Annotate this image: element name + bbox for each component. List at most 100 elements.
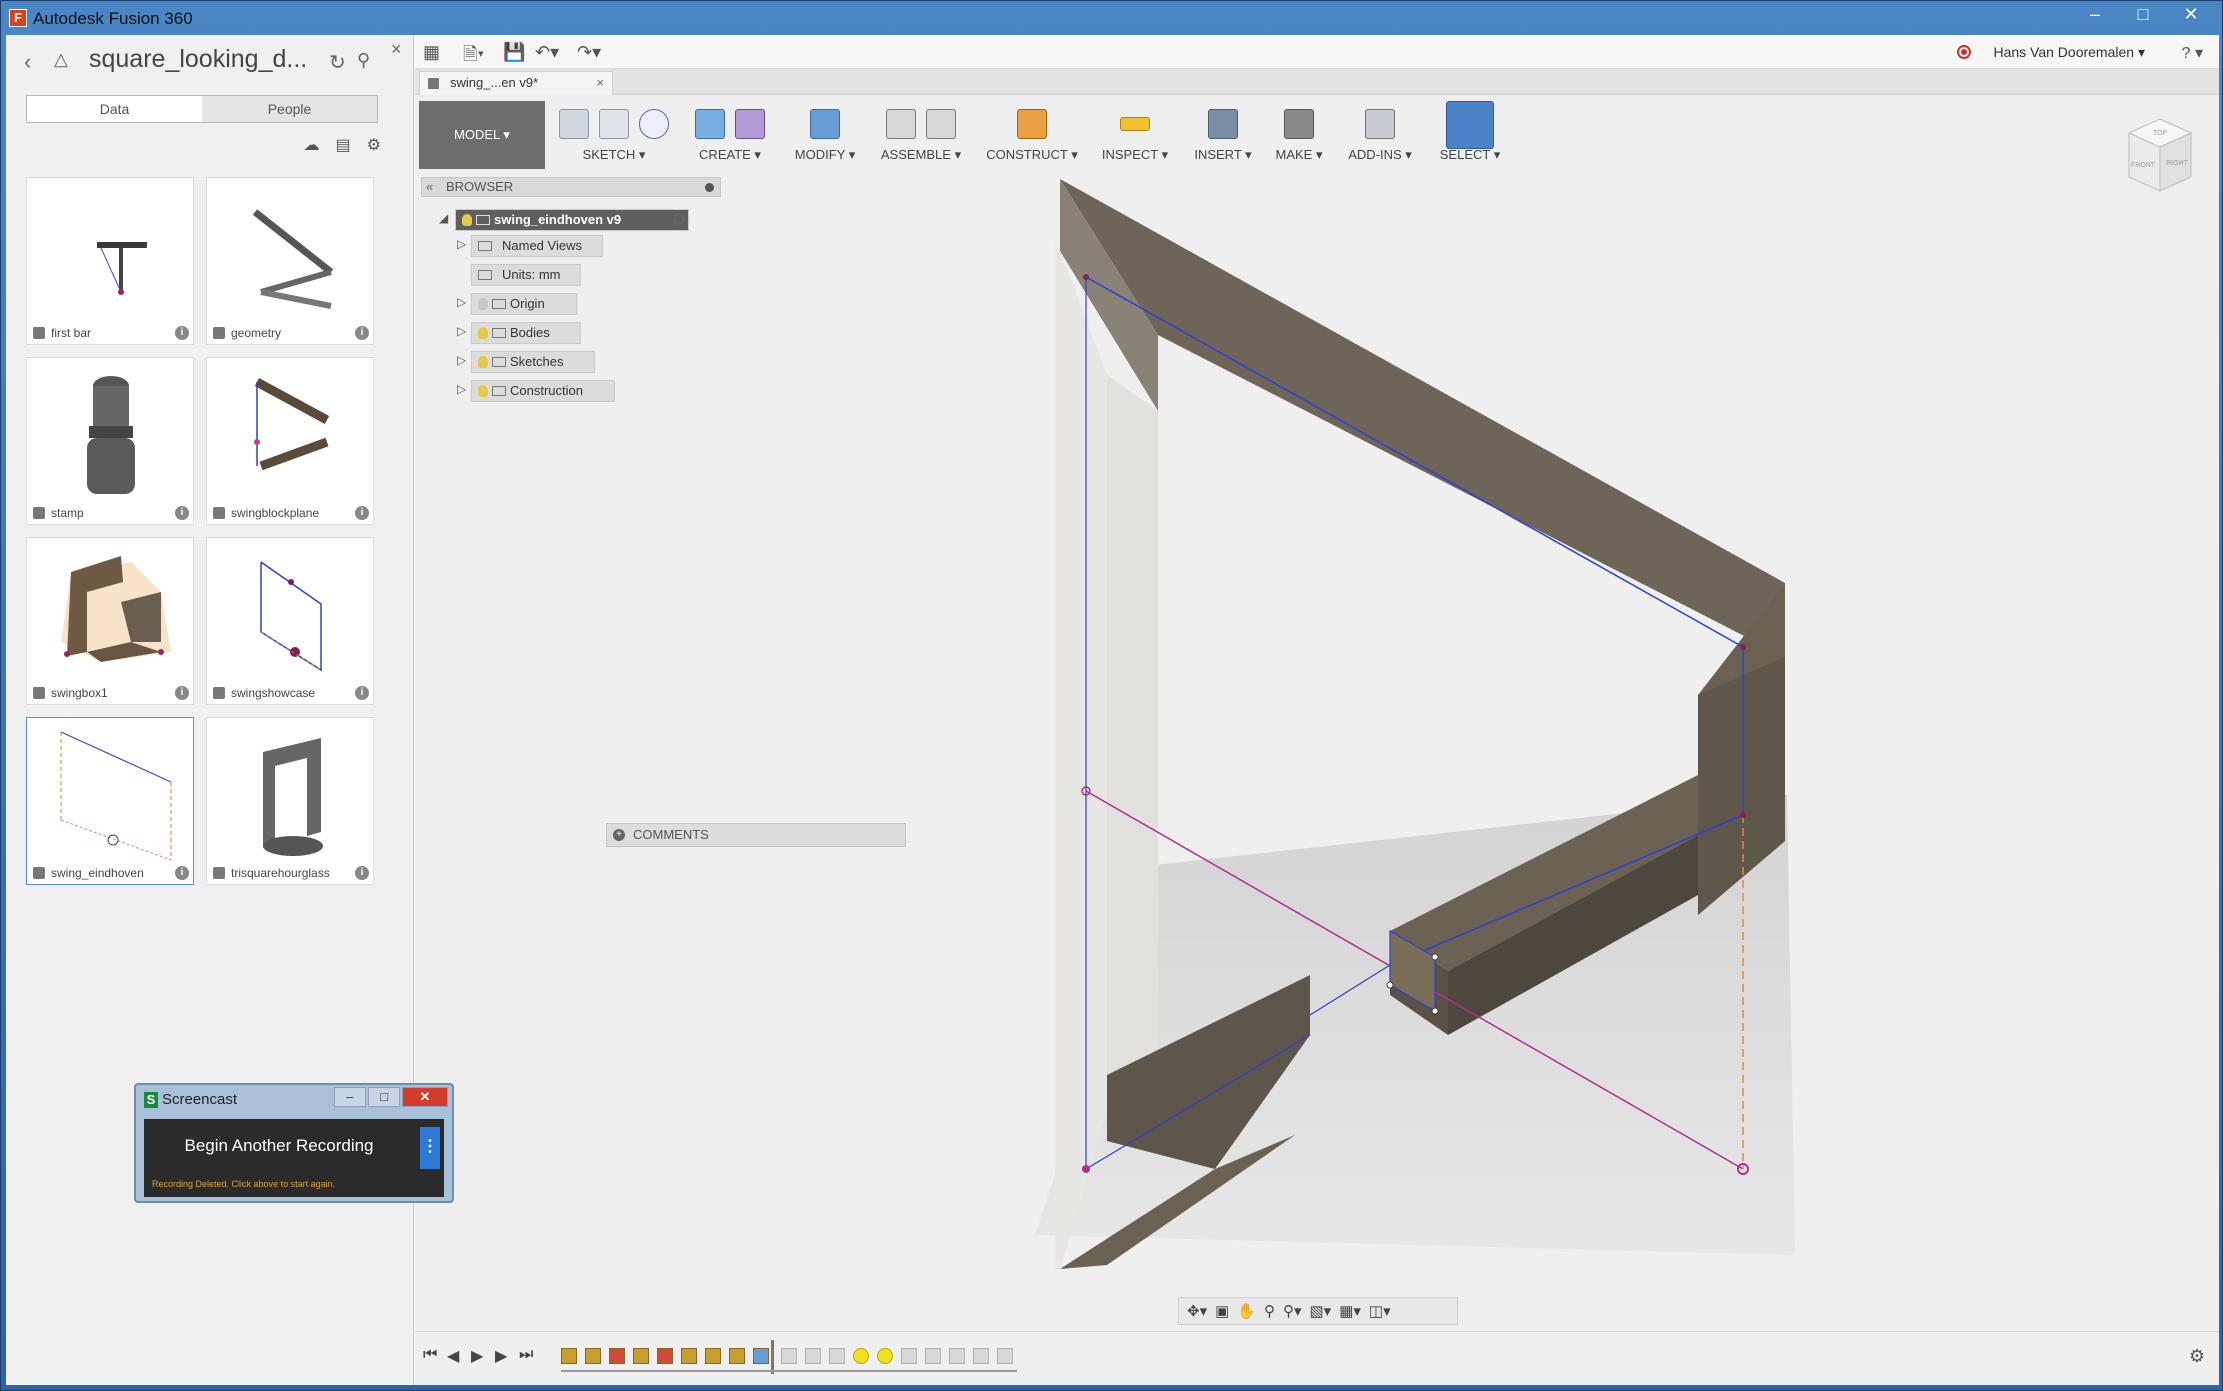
close-panel-icon[interactable]: × — [391, 39, 402, 60]
design-thumbnail[interactable]: swingbox1 i — [26, 537, 194, 705]
new-folder-icon[interactable]: ▤ — [336, 135, 351, 155]
measure-icon[interactable] — [1120, 117, 1150, 131]
visibility-bulb-icon[interactable] — [478, 385, 488, 397]
timeline-feature[interactable] — [853, 1348, 869, 1364]
pin-browser-icon[interactable] — [705, 183, 714, 192]
construct-group[interactable]: CONSTRUCT ▾ — [977, 97, 1087, 167]
tab-people[interactable]: People — [202, 96, 377, 122]
timeline-feature[interactable] — [609, 1348, 625, 1364]
add-ins-group[interactable]: ADD-INS ▾ — [1337, 97, 1423, 167]
expand-bodies-icon[interactable]: ▷ — [457, 324, 466, 338]
make-menu-label[interactable]: MAKE ▾ — [1265, 147, 1333, 163]
timeline-feature[interactable] — [973, 1348, 989, 1364]
screencast-maximize-button[interactable]: □ — [368, 1087, 400, 1107]
add-comment-icon[interactable]: + — [613, 829, 625, 841]
info-icon[interactable]: i — [175, 506, 189, 520]
rectangle-icon[interactable] — [599, 109, 629, 139]
construct-menu-label[interactable]: CONSTRUCT ▾ — [977, 147, 1087, 163]
upload-icon[interactable]: ☁ — [304, 135, 320, 155]
expand-construction-icon[interactable]: ▷ — [457, 382, 466, 396]
design-thumbnail[interactable]: stamp i — [26, 357, 194, 525]
design-thumbnail[interactable]: swingblockplane i — [206, 357, 374, 525]
timeline-feature[interactable] — [633, 1348, 649, 1364]
info-icon[interactable]: i — [355, 326, 369, 340]
image-icon[interactable] — [1208, 109, 1238, 139]
timeline-feature[interactable] — [729, 1348, 745, 1364]
design-thumbnail[interactable]: first bar i — [26, 177, 194, 345]
record-icon[interactable] — [1957, 45, 1971, 59]
create-group[interactable]: CREATE ▾ — [685, 97, 775, 167]
tab-data[interactable]: Data — [27, 96, 202, 122]
settings-gear-icon[interactable]: ⚙ — [367, 135, 381, 155]
screencast-menu-icon[interactable]: ⋮ — [420, 1127, 440, 1169]
browser-node-bodies[interactable]: Bodies — [471, 322, 581, 344]
viewports-icon[interactable]: ◫▾ — [1369, 1302, 1391, 1320]
help-menu[interactable]: ? ▾ — [2182, 43, 2203, 63]
press-pull-icon[interactable] — [810, 109, 840, 139]
visibility-bulb-icon[interactable] — [462, 214, 472, 226]
save-icon[interactable]: 💾 — [503, 42, 525, 63]
sketch-menu-label[interactable]: SKETCH ▾ — [555, 147, 673, 163]
visibility-bulb-icon[interactable] — [478, 298, 488, 310]
screencast-minimize-button[interactable]: – — [334, 1087, 366, 1107]
collapse-browser-icon[interactable]: « — [426, 178, 433, 196]
timeline-step-back-icon[interactable]: ◀ — [447, 1346, 459, 1366]
inspect-group[interactable]: INSPECT ▾ — [1091, 97, 1179, 167]
visibility-bulb-icon[interactable] — [478, 356, 488, 368]
assemble-group[interactable]: ASSEMBLE ▾ — [871, 97, 971, 167]
comments-panel[interactable]: + COMMENTS — [606, 823, 906, 847]
create-menu-label[interactable]: CREATE ▾ — [685, 147, 775, 163]
zoom-icon[interactable]: ⚲ — [1264, 1302, 1275, 1320]
timeline-feature[interactable] — [829, 1348, 845, 1364]
select-group[interactable]: SELECT ▾ — [1427, 97, 1513, 167]
begin-recording-button[interactable]: Begin Another Recording — [144, 1119, 414, 1175]
circle-icon[interactable] — [639, 109, 669, 139]
timeline-feature[interactable] — [753, 1348, 769, 1364]
info-icon[interactable]: i — [175, 866, 189, 880]
plane-icon[interactable] — [1017, 109, 1047, 139]
scripts-icon[interactable] — [1365, 109, 1395, 139]
viewcube[interactable]: TOP FRONT RIGHT — [2125, 115, 2195, 195]
design-thumbnail[interactable]: swingshowcase i — [206, 537, 374, 705]
screencast-close-button[interactable]: ✕ — [402, 1087, 448, 1107]
browser-node-units[interactable]: Units: mm — [471, 264, 581, 286]
expand-root-icon[interactable]: ◢ — [439, 211, 448, 225]
timeline-feature[interactable] — [657, 1348, 673, 1364]
inspect-menu-label[interactable]: INSPECT ▾ — [1091, 147, 1179, 163]
viewcube-right-face[interactable]: RIGHT — [2166, 160, 2189, 167]
timeline-feature[interactable] — [877, 1348, 893, 1364]
display-settings-icon[interactable]: ▧▾ — [1310, 1302, 1332, 1320]
minimize-button[interactable]: – — [2072, 3, 2118, 27]
modify-menu-label[interactable]: MODIFY ▾ — [785, 147, 865, 163]
user-account-menu[interactable]: Hans Van Dooremalen ▾ — [1993, 44, 2145, 61]
assemble-menu-label[interactable]: ASSEMBLE ▾ — [871, 147, 971, 163]
select-icon[interactable] — [1446, 101, 1494, 149]
design-thumbnail[interactable]: geometry i — [206, 177, 374, 345]
timeline-feature[interactable] — [561, 1348, 577, 1364]
data-panel-grid-icon[interactable]: ▦ — [423, 42, 440, 63]
insert-group[interactable]: INSERT ▾ — [1185, 97, 1261, 167]
timeline-feature[interactable] — [805, 1348, 821, 1364]
info-icon[interactable]: i — [175, 326, 189, 340]
viewcube-front-face[interactable]: FRONT — [2131, 162, 2156, 169]
activate-component-icon[interactable] — [673, 213, 685, 225]
sketch-icon[interactable] — [559, 109, 589, 139]
timeline-feature[interactable] — [925, 1348, 941, 1364]
timeline-end-icon[interactable]: ⏭ — [519, 1346, 533, 1364]
timeline-start-icon[interactable]: ⏮ — [423, 1346, 437, 1364]
timeline-feature[interactable] — [901, 1348, 917, 1364]
undo-icon[interactable]: ↶▾ — [535, 42, 559, 63]
insert-menu-label[interactable]: INSERT ▾ — [1185, 147, 1261, 163]
browser-root-node[interactable]: swing_eindhoven v9 — [455, 209, 689, 231]
browser-node-origin[interactable]: Origin — [471, 293, 577, 315]
timeline-settings-gear-icon[interactable]: ⚙ — [2189, 1346, 2205, 1367]
timeline-marker[interactable] — [771, 1340, 774, 1374]
component-icon[interactable] — [886, 109, 916, 139]
search-icon[interactable]: ⚲ — [357, 50, 370, 71]
expand-sketches-icon[interactable]: ▷ — [457, 353, 466, 367]
close-tab-icon[interactable]: × — [596, 72, 604, 94]
timeline-feature[interactable] — [585, 1348, 601, 1364]
expand-origin-icon[interactable]: ▷ — [457, 295, 466, 309]
print-icon[interactable] — [1284, 109, 1314, 139]
viewcube-top-face[interactable]: TOP — [2153, 130, 2168, 137]
